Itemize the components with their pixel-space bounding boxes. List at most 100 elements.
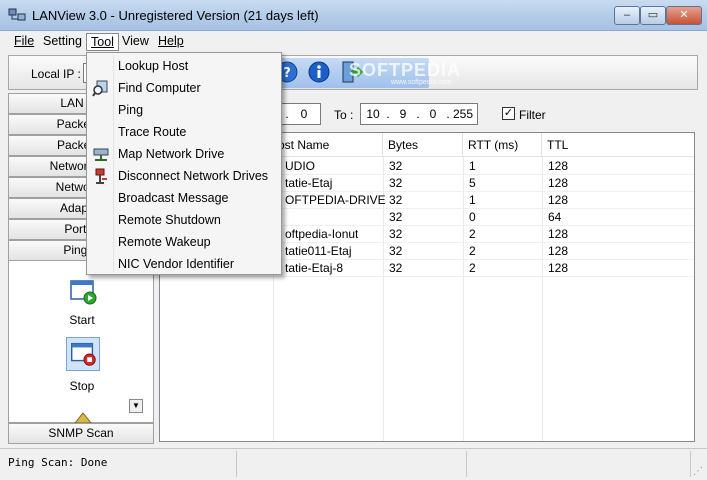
menu-item-trace-route[interactable]: Trace Route [89, 121, 279, 143]
column-header-rtt[interactable]: RTT (ms) [463, 133, 542, 157]
menu-item-label: NIC Vendor Identifier [118, 257, 235, 271]
menu-tool[interactable]: Tool [86, 33, 119, 51]
tool-menu-dropdown: Lookup Host Find Computer Ping Trace Rou… [86, 52, 282, 275]
menu-file-label: File [14, 34, 35, 48]
ip-dot: . [285, 107, 289, 121]
column-header-bytes[interactable]: Bytes [383, 133, 463, 157]
status-divider [466, 451, 467, 477]
left-icon-panel: Start Stop ▼ [8, 261, 154, 423]
cell-rtt: 1 [469, 193, 476, 207]
cell-host-name: OFTPEDIA-DRIVE [285, 193, 386, 207]
status-divider [690, 451, 691, 477]
map-drive-icon [93, 148, 109, 161]
menu-item-lookup-host[interactable]: Lookup Host [89, 55, 279, 77]
start-button[interactable] [66, 275, 100, 309]
menu-item-label: Ping [118, 103, 144, 117]
cell-bytes: 32 [389, 193, 403, 207]
cell-bytes: 32 [389, 159, 403, 173]
cell-ttl: 128 [548, 159, 569, 173]
cell-ttl: 128 [548, 261, 569, 275]
cell-host-name: UDIO [285, 159, 315, 173]
cell-ttl: 64 [548, 210, 562, 224]
to-ip-field[interactable]: 10 . 9 . 0 . 255 [360, 103, 478, 125]
menu-file[interactable]: File [10, 33, 38, 51]
to-label: To : [334, 108, 354, 122]
snmp-partial-icon [74, 412, 92, 423]
stop-button[interactable] [66, 337, 100, 371]
menu-item-label: Broadcast Message [118, 191, 229, 205]
app-icon [8, 8, 26, 21]
cell-host-name: oftpedia-Ionut [285, 227, 359, 241]
menu-item-remote-wakeup[interactable]: Remote Wakeup [89, 231, 279, 253]
menu-setting-label: Setting [43, 34, 82, 48]
menu-setting[interactable]: Setting [39, 33, 86, 51]
resize-grip-icon[interactable]: ⋰ [693, 466, 705, 478]
start-label: Start [69, 313, 95, 327]
cell-host-name: tatie011-Etaj [285, 244, 352, 258]
menu-help-label: Help [158, 34, 184, 48]
cell-bytes: 32 [389, 244, 403, 258]
status-bar: Ping Scan: Done ⋰ [0, 448, 707, 480]
menu-item-label: Disconnect Network Drives [118, 169, 269, 183]
column-header-ttl[interactable]: TTL [542, 133, 694, 157]
menu-tool-label: Tool [91, 35, 114, 49]
info-icon[interactable] [307, 60, 331, 84]
local-ip-label: Local IP : [31, 67, 81, 81]
menu-item-label: Remote Shutdown [118, 213, 221, 227]
close-button[interactable]: ✕ [666, 6, 702, 25]
stop-icon [71, 342, 96, 366]
maximize-button[interactable]: ▭ [640, 6, 666, 25]
status-divider [236, 451, 237, 477]
cell-rtt: 0 [469, 210, 476, 224]
menu-item-ping[interactable]: Ping [89, 99, 279, 121]
find-computer-icon [92, 80, 108, 97]
menu-item-label: Remote Wakeup [118, 235, 211, 249]
panel-scroll-down-button[interactable]: ▼ [129, 399, 143, 413]
disconnect-drive-icon [95, 168, 107, 184]
menu-help[interactable]: Help [154, 33, 188, 51]
cell-rtt: 2 [469, 244, 476, 258]
menu-item-remote-shutdown[interactable]: Remote Shutdown [89, 209, 279, 231]
cell-host-name: tatie-Etaj [285, 176, 333, 190]
cell-ttl: 128 [548, 176, 569, 190]
cell-ttl: 128 [548, 244, 569, 258]
minimize-button[interactable]: – [614, 6, 640, 25]
cell-rtt: 2 [469, 261, 476, 275]
menu-item-nic-vendor-identifier[interactable]: NIC Vendor Identifier [89, 253, 279, 275]
cell-rtt: 1 [469, 159, 476, 173]
status-text: Ping Scan: Done [8, 456, 108, 469]
cell-rtt: 5 [469, 176, 476, 190]
menu-item-label: Lookup Host [118, 59, 189, 73]
menu-item-find-computer[interactable]: Find Computer [89, 77, 279, 99]
filter-checkbox[interactable]: ✓ [502, 107, 515, 120]
menu-item-label: Find Computer [118, 81, 201, 95]
menu-view-label: View [122, 34, 149, 48]
menu-item-map-network-drive[interactable]: Map Network Drive [89, 143, 279, 165]
menu-item-label: Map Network Drive [118, 147, 225, 161]
cell-bytes: 32 [389, 210, 403, 224]
cell-rtt: 2 [469, 227, 476, 241]
cell-host-name: tatie-Etaj-8 [285, 261, 344, 275]
column-header-host-name[interactable]: ost Name [273, 133, 383, 157]
start-icon [70, 280, 97, 305]
window-title: LANView 3.0 - Unregistered Version (21 d… [32, 8, 319, 23]
cell-bytes: 32 [389, 261, 403, 275]
svg-text:?: ? [283, 66, 291, 81]
to-ip-seg1: 10 [366, 107, 380, 121]
menu-item-label: Trace Route [118, 125, 187, 139]
to-ip-seg4: 255 [452, 107, 474, 121]
cell-ttl: 128 [548, 193, 569, 207]
to-ip-seg3: 0 [429, 107, 437, 121]
title-bar: LANView 3.0 - Unregistered Version (21 d… [0, 0, 707, 31]
menu-item-disconnect-network-drives[interactable]: Disconnect Network Drives [89, 165, 279, 187]
menu-bar: File Setting Tool View Help [0, 31, 707, 52]
menu-item-broadcast-message[interactable]: Broadcast Message [89, 187, 279, 209]
menu-view[interactable]: View [118, 33, 153, 51]
softpedia-watermark: SOFTPEDIA [349, 60, 462, 80]
cell-bytes: 32 [389, 227, 403, 241]
cell-ttl: 128 [548, 227, 569, 241]
softpedia-watermark-url: www.softpedia.com [391, 79, 452, 86]
stop-label: Stop [69, 379, 95, 393]
filter-label: Filter [519, 108, 546, 122]
left-item-snmp-scan[interactable]: SNMP Scan [8, 423, 154, 444]
